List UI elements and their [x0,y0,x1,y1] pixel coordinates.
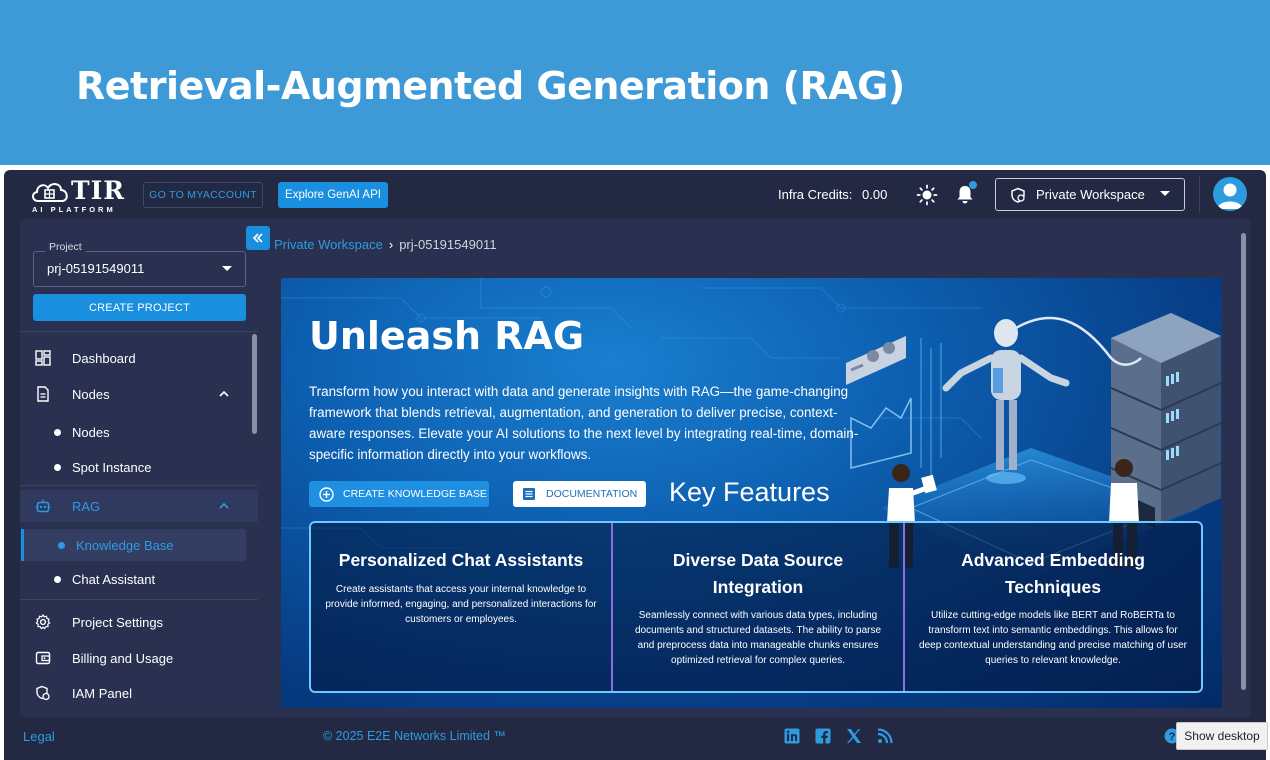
wallet-icon [35,651,51,665]
hero-title: Unleash RAG [309,314,585,358]
sidebar-item-spot-instance[interactable]: Spot Instance [20,451,258,483]
collapse-sidebar-button[interactable] [246,226,270,250]
gear-icon [35,614,51,630]
sidebar-item-label: Knowledge Base [76,537,174,553]
workspace-icon [1011,187,1025,203]
sidebar-item-billing[interactable]: Billing and Usage [20,642,258,674]
divider [20,599,258,600]
sidebar-item-project-settings[interactable]: Project Settings [20,606,258,638]
project-select-label: Project [45,241,86,253]
sidebar-item-label: Spot Instance [72,459,152,475]
feature-card-title: Diverse Data Source Integration [672,550,844,597]
bullet-icon [54,575,61,583]
document-icon [523,488,535,500]
plus-circle-icon [319,486,334,502]
rag-hero-banner: Unleash RAG Transform how you interact w… [281,278,1222,708]
bullet-icon [58,541,65,549]
tir-logo[interactable]: TIR AI PLATFORM [30,176,130,214]
bullet-icon [54,428,61,436]
robot-icon [35,499,51,513]
create-knowledge-base-button[interactable]: CREATE KNOWLEDGE BASE [309,481,489,507]
sidebar-item-knowledge-base[interactable]: Knowledge Base [21,529,246,561]
double-chevron-left-icon [252,233,263,243]
main-scrollbar[interactable] [1241,233,1246,690]
sidebar-item-label: Dashboard [72,350,136,366]
feature-card-title: Advanced Embedding Techniques [961,550,1145,597]
sidebar-item-label: Project Settings [72,614,164,630]
divider [20,331,258,332]
document-icon [37,386,49,402]
svg-text:?: ? [1169,731,1176,743]
dashboard-icon [35,350,51,366]
people-icon [36,685,50,701]
workspace-selector[interactable]: Private Workspace [995,178,1185,211]
sidebar: Project prj-05191549011 CREATE PROJECT D… [20,219,258,717]
sidebar-item-chat-assistant[interactable]: Chat Assistant [20,563,258,595]
infra-credits: Infra Credits: 0.00 [778,187,887,202]
chevron-down-icon [222,266,232,271]
sidebar-item-label: IAM Panel [72,685,132,701]
feature-cards: Personalized Chat Assistants Create assi… [309,521,1203,693]
chevron-down-icon [1160,191,1170,196]
sun-icon[interactable] [916,184,938,206]
avatar[interactable] [1213,177,1247,211]
breadcrumb-separator: › [388,237,394,252]
key-features-heading: Key Features [669,477,830,507]
workspace-label: Private Workspace [1036,187,1145,202]
feature-card-text: Create assistants that access your inter… [325,584,597,625]
chevron-up-icon [219,390,229,397]
sidebar-scrollbar[interactable] [252,334,257,434]
sidebar-item-label: RAG [72,498,101,514]
show-desktop-tooltip: Show desktop [1176,722,1268,750]
rss-icon[interactable] [877,728,893,744]
sidebar-item-nodes-sub[interactable]: Nodes [20,416,258,448]
breadcrumb-current: prj-05191549011 [399,237,497,252]
sidebar-item-label: Nodes [72,386,110,402]
sidebar-item-rag[interactable]: RAG [20,490,258,522]
create-knowledge-base-label: CREATE KNOWLEDGE BASE [343,488,487,500]
sidebar-item-label: Nodes [72,424,110,440]
slide-header: Retrieval-Augmented Generation (RAG) [0,0,1270,165]
legal-link[interactable]: Legal [23,729,55,744]
sidebar-item-nodes[interactable]: Nodes [20,378,258,410]
breadcrumb-link[interactable]: Private Workspace [274,237,383,252]
credits-value: 0.00 [862,187,888,202]
feature-card: Diverse Data Source Integration Seamless… [611,523,903,691]
slide-title: Retrieval-Augmented Generation (RAG) [76,64,905,108]
app-window: TIR AI PLATFORM GO TO MYACCOUNT Explore … [4,170,1266,760]
feature-card-text: Seamlessly connect with various data typ… [634,610,882,666]
cloud-logo-icon [32,183,68,202]
x-icon[interactable] [846,728,862,744]
sidebar-item-label: Billing and Usage [72,650,174,666]
explore-genai-api-button[interactable]: Explore GenAI API [278,182,388,208]
sidebar-item-label: Chat Assistant [72,571,156,587]
divider [20,485,258,486]
linkedin-icon[interactable] [784,728,800,744]
facebook-icon[interactable] [815,728,831,744]
sidebar-item-iam-panel[interactable]: IAM Panel [20,677,258,709]
logo-text: TIR [71,176,126,205]
go-to-myaccount-button[interactable]: GO TO MYACCOUNT [143,182,263,208]
chevron-up-icon [219,502,229,509]
hero-description: Transform how you interact with data and… [309,384,859,462]
documentation-label: DOCUMENTATION [546,488,638,500]
bullet-icon [54,463,61,471]
divider [1199,176,1200,212]
breadcrumb: Private Workspace › prj-05191549011 [274,237,497,252]
feature-card: Advanced Embedding Techniques Utilize cu… [903,523,1201,691]
documentation-button[interactable]: DOCUMENTATION [513,481,646,507]
feature-card-text: Utilize cutting-edge models like BERT an… [919,610,1187,666]
project-select-value: prj-05191549011 [47,261,145,276]
sidebar-item-dashboard[interactable]: Dashboard [20,342,258,374]
logo-subtitle: AI PLATFORM [32,205,116,214]
notification-badge [969,181,977,189]
create-project-button[interactable]: CREATE PROJECT [33,294,246,321]
feature-card: Personalized Chat Assistants Create assi… [311,523,611,691]
user-icon [1217,183,1243,209]
credits-label: Infra Credits: [778,187,853,202]
copyright: © 2025 E2E Networks Limited ™ [323,729,506,743]
feature-card-title: Personalized Chat Assistants [338,550,584,570]
